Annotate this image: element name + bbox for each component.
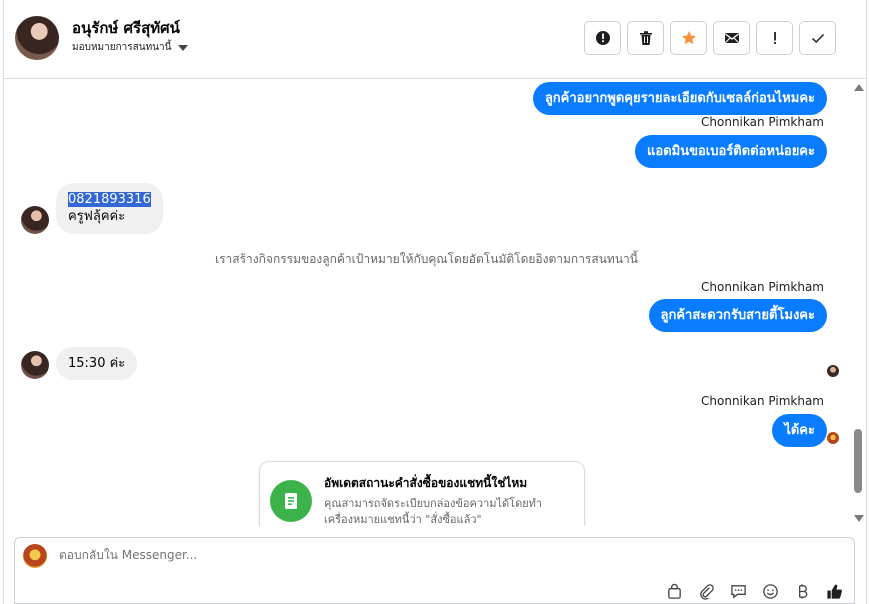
outgoing-message[interactable]: ลูกค้าอยากพูดคุยรายละเอียดกับเซลล์ก่อนไห… bbox=[532, 82, 827, 115]
card-title: อัพเดตสถานะคำสั่งซื้อของแชทนี้ใช่ไหม bbox=[324, 476, 528, 490]
scroll-up-arrow-icon[interactable] bbox=[854, 84, 864, 91]
star-icon bbox=[681, 31, 696, 45]
like-button[interactable] bbox=[824, 582, 844, 600]
contact-avatar[interactable] bbox=[15, 16, 59, 60]
exclamation-icon bbox=[773, 32, 776, 44]
delete-button[interactable] bbox=[627, 21, 664, 55]
saved-replies-button[interactable] bbox=[728, 582, 748, 600]
envelope-icon bbox=[724, 33, 739, 43]
composer-toolbar bbox=[664, 582, 844, 600]
outgoing-message[interactable]: ได้คะ bbox=[772, 414, 827, 447]
contact-avatar-small[interactable] bbox=[21, 206, 49, 234]
contact-name[interactable]: อนุรักษ์ ศรีสุทัศน์ bbox=[72, 16, 180, 40]
trash-icon bbox=[639, 31, 652, 45]
shopping-bag-icon bbox=[667, 583, 681, 599]
scrollbar-thumb[interactable] bbox=[854, 429, 862, 493]
conversation-header: อนุรักษ์ ศรีสุทัศน์ มอบหมายการสนทนานี้ bbox=[4, 0, 866, 79]
receipt-icon bbox=[285, 493, 297, 509]
reply-composer bbox=[14, 537, 855, 604]
payment-button[interactable] bbox=[792, 582, 812, 600]
messenger-window: อนุรักษ์ ศรีสุทัศน์ มอบหมายการสนทนานี้ ล… bbox=[3, 0, 867, 604]
emoji-button[interactable] bbox=[760, 582, 780, 600]
seen-indicator-page bbox=[827, 432, 839, 444]
assign-label: มอบหมายการสนทนานี้ bbox=[72, 42, 172, 53]
phone-number-text[interactable]: 0821893316 bbox=[68, 192, 151, 207]
chat-bubble-icon bbox=[730, 584, 746, 598]
mark-unread-button[interactable] bbox=[713, 21, 750, 55]
header-actions bbox=[584, 21, 836, 55]
incoming-message[interactable]: 0821893316 ครูฟลุ้คค่ะ bbox=[56, 183, 163, 234]
card-body: คุณสามารถจัดระเบียบกล่องข้อความได้โดยทำเ… bbox=[324, 497, 543, 526]
contact-avatar-small[interactable] bbox=[21, 351, 49, 379]
alert-circle-icon bbox=[595, 31, 610, 45]
incoming-message[interactable]: 15:30 ค่ะ bbox=[56, 347, 138, 380]
star-button[interactable] bbox=[670, 21, 707, 55]
sender-name: Chonnikan Pimkham bbox=[701, 115, 824, 129]
reply-input[interactable] bbox=[59, 548, 659, 562]
sender-name: Chonnikan Pimkham bbox=[701, 280, 824, 294]
mark-spam-button[interactable] bbox=[584, 21, 621, 55]
seen-indicator-avatar bbox=[827, 365, 839, 377]
outgoing-message[interactable]: ลูกค้าสะดวกรับสายตี้โมงคะ bbox=[648, 299, 827, 332]
incoming-text: ครูฟลุ้คค่ะ bbox=[68, 209, 126, 224]
baht-icon bbox=[798, 583, 807, 599]
page-avatar bbox=[23, 544, 47, 568]
sender-name: Chonnikan Pimkham bbox=[701, 394, 824, 408]
outgoing-message[interactable]: แอดมินขอเบอร์ติดต่อหน่อยคะ bbox=[635, 135, 827, 168]
scroll-down-arrow-icon[interactable] bbox=[854, 515, 864, 522]
assign-dropdown[interactable]: มอบหมายการสนทนานี้ bbox=[72, 40, 189, 55]
thumbs-up-icon bbox=[826, 584, 842, 599]
important-button[interactable] bbox=[756, 21, 793, 55]
thread-scrollbar[interactable] bbox=[850, 79, 866, 526]
checkmark-icon bbox=[811, 33, 824, 44]
attach-button[interactable] bbox=[696, 582, 716, 600]
order-status-card[interactable]: อัพเดตสถานะคำสั่งซื้อของแชทนี้ใช่ไหม คุณ… bbox=[259, 461, 585, 526]
done-button[interactable] bbox=[799, 21, 836, 55]
paperclip-icon bbox=[699, 583, 714, 600]
order-status-icon bbox=[270, 480, 312, 522]
shopping-bag-button[interactable] bbox=[664, 582, 684, 600]
system-notice: เราสร้างกิจกรรมของลูกค้าเป้าหมายให้กับคุ… bbox=[215, 252, 638, 266]
caret-down-icon bbox=[178, 44, 189, 51]
smiley-icon bbox=[762, 583, 778, 599]
message-thread[interactable]: ลูกค้าอยากพูดคุยรายละเอียดกับเซลล์ก่อนไห… bbox=[4, 79, 852, 526]
